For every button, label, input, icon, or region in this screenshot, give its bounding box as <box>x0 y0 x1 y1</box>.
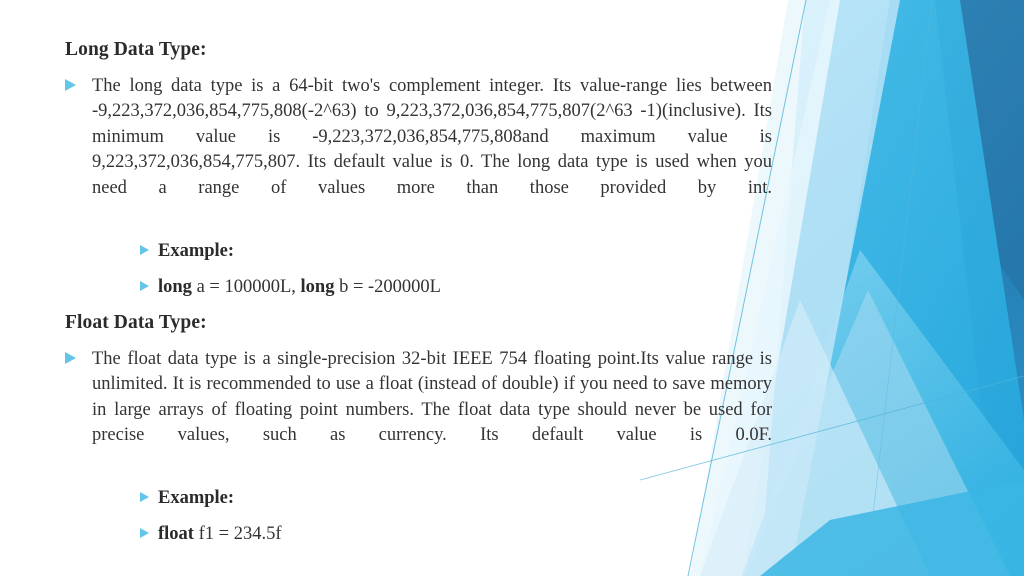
triangle-bullet-icon <box>65 352 76 364</box>
triangle-sub-bullet-icon <box>140 281 149 291</box>
bg-shape-deep-lower <box>880 210 1024 576</box>
triangle-sub-bullet-icon <box>140 492 149 502</box>
bg-shape-deep-right <box>898 0 1024 576</box>
keyword-long-1: long <box>158 277 192 297</box>
label-example-long: Example: <box>158 241 235 261</box>
bullet-float-description-text: The float data type is a single-precisio… <box>92 349 772 446</box>
code-text-long-1: a = 100000L, <box>191 277 301 297</box>
sub-bullet-float-code: float f1 = 234.5f <box>140 522 281 546</box>
heading-long-data-type: Long Data Type: <box>65 39 207 60</box>
code-line-long: long a = 100000L, long b = -200000L <box>158 275 441 299</box>
triangle-sub-bullet-icon <box>140 528 149 538</box>
bullet-long-description: The long data type is a 64-bit two's com… <box>65 74 772 201</box>
code-line-float: float f1 = 234.5f <box>158 522 281 546</box>
sub-bullet-float-example: Example: <box>140 486 234 510</box>
bg-shape-mid-ribbon <box>800 0 1024 576</box>
bg-shape-bottom-band <box>760 480 1024 576</box>
sub-bullet-long-example: Example: <box>140 239 234 263</box>
bg-hairline-diagonal-2 <box>865 0 933 576</box>
presentation-slide: Long Data Type: The long data type is a … <box>0 0 1024 576</box>
keyword-float-1: float <box>158 524 194 544</box>
bullet-long-description-text: The long data type is a 64-bit two's com… <box>92 76 772 198</box>
triangle-sub-bullet-icon <box>140 245 149 255</box>
triangle-bullet-icon <box>65 79 76 91</box>
sub-bullet-long-code: long a = 100000L, long b = -200000L <box>140 275 441 299</box>
code-text-float-1: f1 = 234.5f <box>193 524 282 544</box>
bg-shape-sky-band <box>760 0 1000 576</box>
heading-float-data-type: Float Data Type: <box>65 312 207 333</box>
keyword-long-2: long <box>300 277 335 297</box>
label-example-float: Example: <box>158 488 235 508</box>
code-text-long-2: b = -200000L <box>334 277 441 297</box>
slide-content: Long Data Type: The long data type is a … <box>0 0 790 576</box>
bullet-float-description: The float data type is a single-precisio… <box>65 347 772 449</box>
